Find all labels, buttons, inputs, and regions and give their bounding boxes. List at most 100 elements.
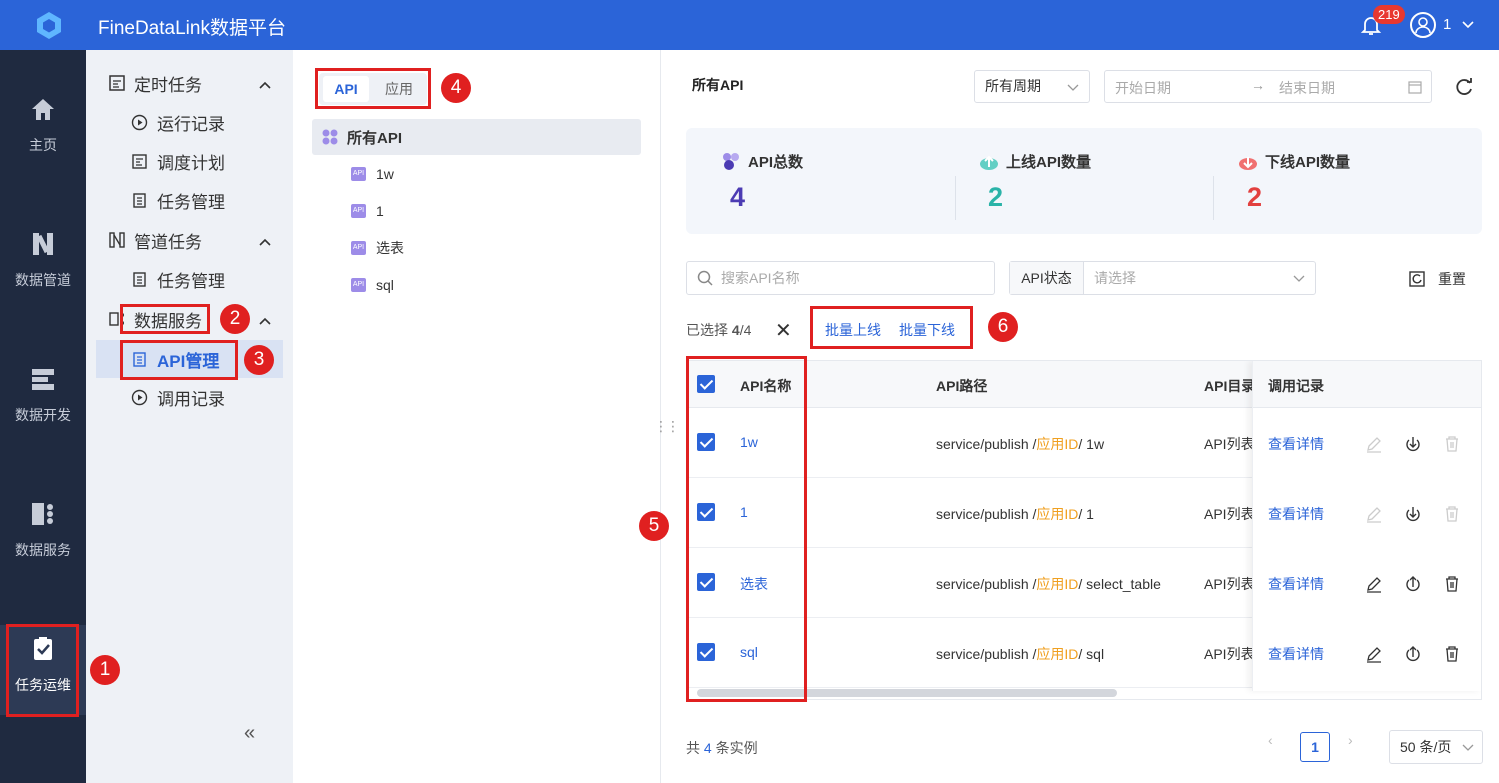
api-dir: API列表 (1204, 436, 1255, 452)
group-scheduled[interactable]: 定时任务 (108, 70, 202, 96)
annotation-number: 3 (244, 345, 274, 375)
nav-home-label: 主页 (29, 137, 57, 153)
stat-value: 2 (1247, 182, 1263, 212)
path-app-id: 应用ID (1036, 576, 1079, 592)
subnav-item-label: 任务管理 (157, 271, 225, 291)
edit-icon[interactable] (1365, 505, 1383, 523)
annotation-box (686, 356, 807, 702)
nav-dev[interactable]: 数据开发 (0, 365, 86, 425)
edit-icon[interactable] (1365, 575, 1383, 593)
pipeline-icon (109, 232, 125, 248)
annotation-box (120, 340, 238, 380)
path-prefix: service/publish / (936, 506, 1037, 522)
subnav-item-call-records[interactable]: 调用记录 (131, 384, 225, 410)
upload-icon[interactable] (1404, 575, 1422, 593)
subnav-item-pipeline-task-manage[interactable]: 任务管理 (131, 266, 225, 292)
view-details-link[interactable]: 查看详情 (1268, 574, 1324, 594)
subnav-item-schedule-plan[interactable]: 调度计划 (131, 148, 225, 174)
subnav-item-label: 调度计划 (157, 153, 225, 173)
tree-item[interactable]: API sql (351, 275, 394, 295)
page-size-select[interactable]: 50 条/页 (1389, 730, 1483, 764)
service-icon (32, 503, 53, 525)
home-icon (32, 99, 54, 120)
page-title: 所有API (692, 77, 744, 93)
download-icon[interactable] (1404, 505, 1422, 523)
chevron-down-icon (1462, 744, 1474, 751)
delete-icon[interactable] (1443, 575, 1461, 593)
notification-badge: 219 (1373, 5, 1405, 24)
fixed-action-column: 调用记录 查看详情 查看详情 查看详情 查看详情 (1252, 361, 1481, 691)
chevron-down-icon (1067, 84, 1079, 91)
avatar[interactable] (1410, 12, 1436, 38)
play-circle-icon (131, 389, 148, 405)
nav-home[interactable]: 主页 (0, 95, 86, 155)
annotation-number: 5 (639, 511, 669, 541)
download-icon[interactable] (1404, 435, 1422, 453)
view-details-link[interactable]: 查看详情 (1268, 504, 1324, 524)
clear-selection-icon[interactable]: ✕ (775, 318, 792, 343)
view-details-link[interactable]: 查看详情 (1268, 644, 1324, 664)
delete-icon[interactable] (1443, 645, 1461, 663)
tree-item[interactable]: API 1 (351, 201, 384, 221)
tree-item-label: 1w (376, 166, 394, 182)
arrow-right-icon: → (1251, 77, 1265, 93)
path-suffix: / sql (1078, 646, 1105, 662)
subnav-item-label: 运行记录 (157, 114, 225, 134)
api-path: service/publish /应用ID/ 1 (936, 504, 1094, 524)
chevron-down-icon[interactable] (1460, 16, 1476, 32)
total-suffix: 条实例 (711, 740, 758, 756)
top-bar: FineDataLink数据平台 219 1 (0, 0, 1499, 50)
chevron-up-icon[interactable] (258, 78, 272, 92)
chevron-up-icon[interactable] (258, 235, 272, 249)
nav-service[interactable]: 数据服务 (0, 500, 86, 560)
path-prefix: service/publish / (936, 436, 1037, 452)
path-prefix: service/publish / (936, 576, 1037, 592)
start-date-input[interactable]: 开始日期 (1115, 78, 1171, 98)
delete-icon[interactable] (1443, 435, 1461, 453)
view-details-link[interactable]: 查看详情 (1268, 434, 1324, 454)
refresh-icon[interactable] (1454, 77, 1474, 97)
period-select[interactable]: 所有周期 (974, 70, 1090, 103)
api-tree-panel: API 应用 所有API API 1w API 1 API 选表 API sql (293, 50, 661, 783)
tree-item-label: sql (376, 277, 394, 293)
calendar-icon (109, 75, 125, 91)
api-dir: API列表 (1204, 646, 1255, 662)
page-button[interactable]: 1 (1300, 732, 1330, 762)
tree-item[interactable]: API 1w (351, 164, 394, 184)
nav-pipeline[interactable]: 数据管道 (0, 230, 86, 290)
edit-icon[interactable] (1365, 645, 1383, 663)
schedule-icon (132, 153, 147, 169)
next-page-icon[interactable]: › (1348, 732, 1353, 748)
tree-root-all-api[interactable]: 所有API (312, 119, 641, 155)
nav-dev-label: 数据开发 (15, 407, 71, 423)
pipeline-icon (33, 233, 53, 255)
reset-button[interactable]: 重置 (1408, 269, 1466, 289)
prev-page-icon[interactable]: ‹ (1268, 732, 1273, 748)
date-range-picker[interactable]: 开始日期 → 结束日期 (1104, 70, 1432, 103)
group-pipeline[interactable]: 管道任务 (108, 227, 202, 253)
chevron-up-icon[interactable] (258, 314, 272, 328)
username[interactable]: 1 (1443, 16, 1451, 33)
stat-online: 上线API数量 2 (978, 150, 1091, 213)
end-date-input[interactable]: 结束日期 (1279, 78, 1335, 98)
path-suffix: / select_table (1078, 576, 1161, 592)
app-logo-icon (37, 12, 61, 39)
divider (1213, 176, 1214, 220)
page-size-value: 50 条/页 (1400, 739, 1452, 755)
collapse-sidebar-icon[interactable]: « (244, 722, 255, 745)
annotation-number: 6 (988, 312, 1018, 342)
annotation-box (315, 68, 431, 109)
edit-icon[interactable] (1365, 435, 1383, 453)
stat-label: 下线API数量 (1265, 153, 1351, 171)
delete-icon[interactable] (1443, 505, 1461, 523)
tree-item[interactable]: API 选表 (351, 238, 404, 258)
subnav-item-run-records[interactable]: 运行记录 (131, 109, 225, 135)
divider (955, 176, 956, 220)
tree-root-label: 所有API (347, 129, 403, 147)
subnav-item-task-manage[interactable]: 任务管理 (131, 187, 225, 213)
col-header-record: 调用记录 (1253, 361, 1481, 408)
api-status-filter[interactable]: API状态 请选择 (1009, 261, 1316, 295)
annotation-box (6, 624, 79, 717)
upload-icon[interactable] (1404, 645, 1422, 663)
search-input[interactable]: 搜索API名称 (686, 261, 995, 295)
